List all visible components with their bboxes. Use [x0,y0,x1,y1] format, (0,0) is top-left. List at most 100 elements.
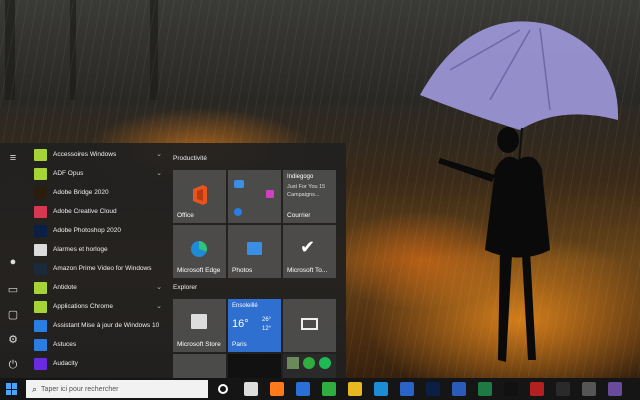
search-box[interactable]: ⌕ Taper ici pour rechercher [26,380,208,398]
tile-news[interactable] [283,299,336,352]
app-label: Assistant Mise à jour de Windows 10 [53,322,160,329]
user-avatar-icon[interactable]: ● [6,255,20,269]
teams-icon [266,190,274,198]
prime-video-icon [34,262,47,275]
alarm-clock-icon [34,243,47,256]
adobe-bridge-icon [34,186,47,199]
weather-low: 12° [262,326,272,332]
app-list-item[interactable]: Accessoires Windows ⌄ [28,145,166,164]
xbox-icon [303,357,315,369]
xbox-icon[interactable] [322,382,336,396]
sync-icon [234,208,242,216]
weather-high: 26° [262,317,272,323]
group-title-explore: Explorer [173,284,198,291]
folder-icon [34,281,47,294]
app-list-item[interactable]: Adobe Creative Cloud [28,202,166,221]
app-icon[interactable] [608,382,622,396]
checkmark-icon: ✔ [300,237,316,257]
power-icon[interactable]: ⏻ [6,358,20,372]
task-view-icon[interactable] [244,382,258,396]
settings-gear-icon[interactable]: ⚙ [6,332,20,346]
firefox-icon[interactable] [270,382,284,396]
tile-netflix[interactable] [228,354,281,378]
tile-label: Microsoft To... [287,267,328,274]
photoshop-icon [34,224,47,237]
tile-office[interactable]: Office [173,170,226,223]
excel-icon[interactable] [478,382,492,396]
woman-umbrella-silhouette [420,21,619,362]
indiegogo-text: Just For You 15 Campaigns... [287,184,326,198]
tips-icon [34,338,47,351]
tile-label: Office [177,212,194,219]
document-icon[interactable]: ▭ [6,282,20,296]
app-label: Audacity [53,360,78,367]
app-list-item[interactable]: Antidote ⌄ [28,278,166,297]
chevron-down-icon[interactable]: ⌄ [156,283,162,291]
terminal-icon[interactable] [556,382,570,396]
folder-icon [34,300,47,313]
tile-partial[interactable] [173,354,226,378]
pictures-icon[interactable]: ▢ [6,307,20,321]
chevron-down-icon[interactable]: ⌄ [156,302,162,310]
folder-icon [34,148,47,161]
search-placeholder: Taper ici pour rechercher [41,385,119,393]
app-list-item[interactable]: Audacity [28,354,166,373]
hamburger-icon[interactable]: ≡ [6,151,20,165]
cortana-icon[interactable] [218,384,228,394]
windows-logo-icon [34,319,47,332]
tile-photos[interactable]: Photos [228,225,281,278]
indiegogo-title: Indiegogo [287,174,314,180]
tile-microsoft-store[interactable]: Microsoft Store [173,299,226,352]
app-label: Alarmes et horloge [53,246,108,253]
tile-microsoft-edge[interactable]: Microsoft Edge [173,225,226,278]
app-list-item[interactable]: Assistant Mise à jour de Windows 10 [28,316,166,335]
app-label: Astuces [53,341,77,348]
windows-start-button[interactable] [6,383,18,395]
tile-label: Photos [232,267,253,274]
app-list-item[interactable]: Alarmes et horloge [28,240,166,259]
tile-apps-folder[interactable] [228,170,281,223]
app-list-item[interactable]: Adobe Photoshop 2020 [28,221,166,240]
chevron-down-icon[interactable]: ⌄ [156,150,162,158]
app-label: ADF Opus [53,170,84,177]
netflix-icon[interactable] [504,382,518,396]
app-label: Applications Chrome [53,303,113,310]
filezilla-icon[interactable] [530,382,544,396]
tile-label: Microsoft Store [177,341,221,348]
edge-icon[interactable] [374,382,388,396]
app-label: Adobe Bridge 2020 [53,189,109,196]
app-label: Adobe Photoshop 2020 [53,227,121,234]
app-label: Adobe Creative Cloud [53,208,117,215]
spotify-icon [319,357,331,369]
skype-icon [234,180,244,188]
news-icon [301,318,318,330]
weather-temperature: 16° [232,318,249,330]
gog-icon[interactable] [582,382,596,396]
weather-city: Paris [232,341,247,348]
group-title-productivity: Productivité [173,155,207,162]
app-list-item[interactable]: Adobe Bridge 2020 [28,183,166,202]
app-list-item[interactable]: ADF Opus ⌄ [28,164,166,183]
app-list-item[interactable]: Astuces [28,335,166,354]
word-icon[interactable] [452,382,466,396]
start-rail: ≡ ● ▭ ▢ ⚙ ⏻ [0,143,26,378]
app-list-item[interactable]: Amazon Prime Video for Windows [28,259,166,278]
app-label: Accessoires Windows [53,151,117,158]
tile-microsoft-todo[interactable]: ✔ Microsoft To... [283,225,336,278]
tile-games[interactable] [283,354,336,378]
start-menu: ≡ ● ▭ ▢ ⚙ ⏻ Accessoires Windows ⌄ ADF Opus… [0,143,346,378]
thunderbird-icon[interactable] [296,382,310,396]
chrome-icon[interactable] [348,382,362,396]
taskbar: ⌕ Taper ici pour rechercher [0,378,640,400]
photoshop-icon[interactable] [426,382,440,396]
weather-status: Ensoleillé [232,303,258,309]
game-icon [287,357,299,369]
chevron-down-icon[interactable]: ⌄ [156,169,162,177]
tile-weather[interactable]: Ensoleillé 16° 26° 12° Paris [228,299,281,352]
search-icon: ⌕ [32,383,38,394]
app-label: Antidote [53,284,77,291]
outlook-icon[interactable] [400,382,414,396]
tile-label: Courrier [287,212,311,219]
tile-courrier[interactable]: Indiegogo Just For You 15 Campaigns... C… [283,170,336,223]
app-list-item[interactable]: Applications Chrome ⌄ [28,297,166,316]
